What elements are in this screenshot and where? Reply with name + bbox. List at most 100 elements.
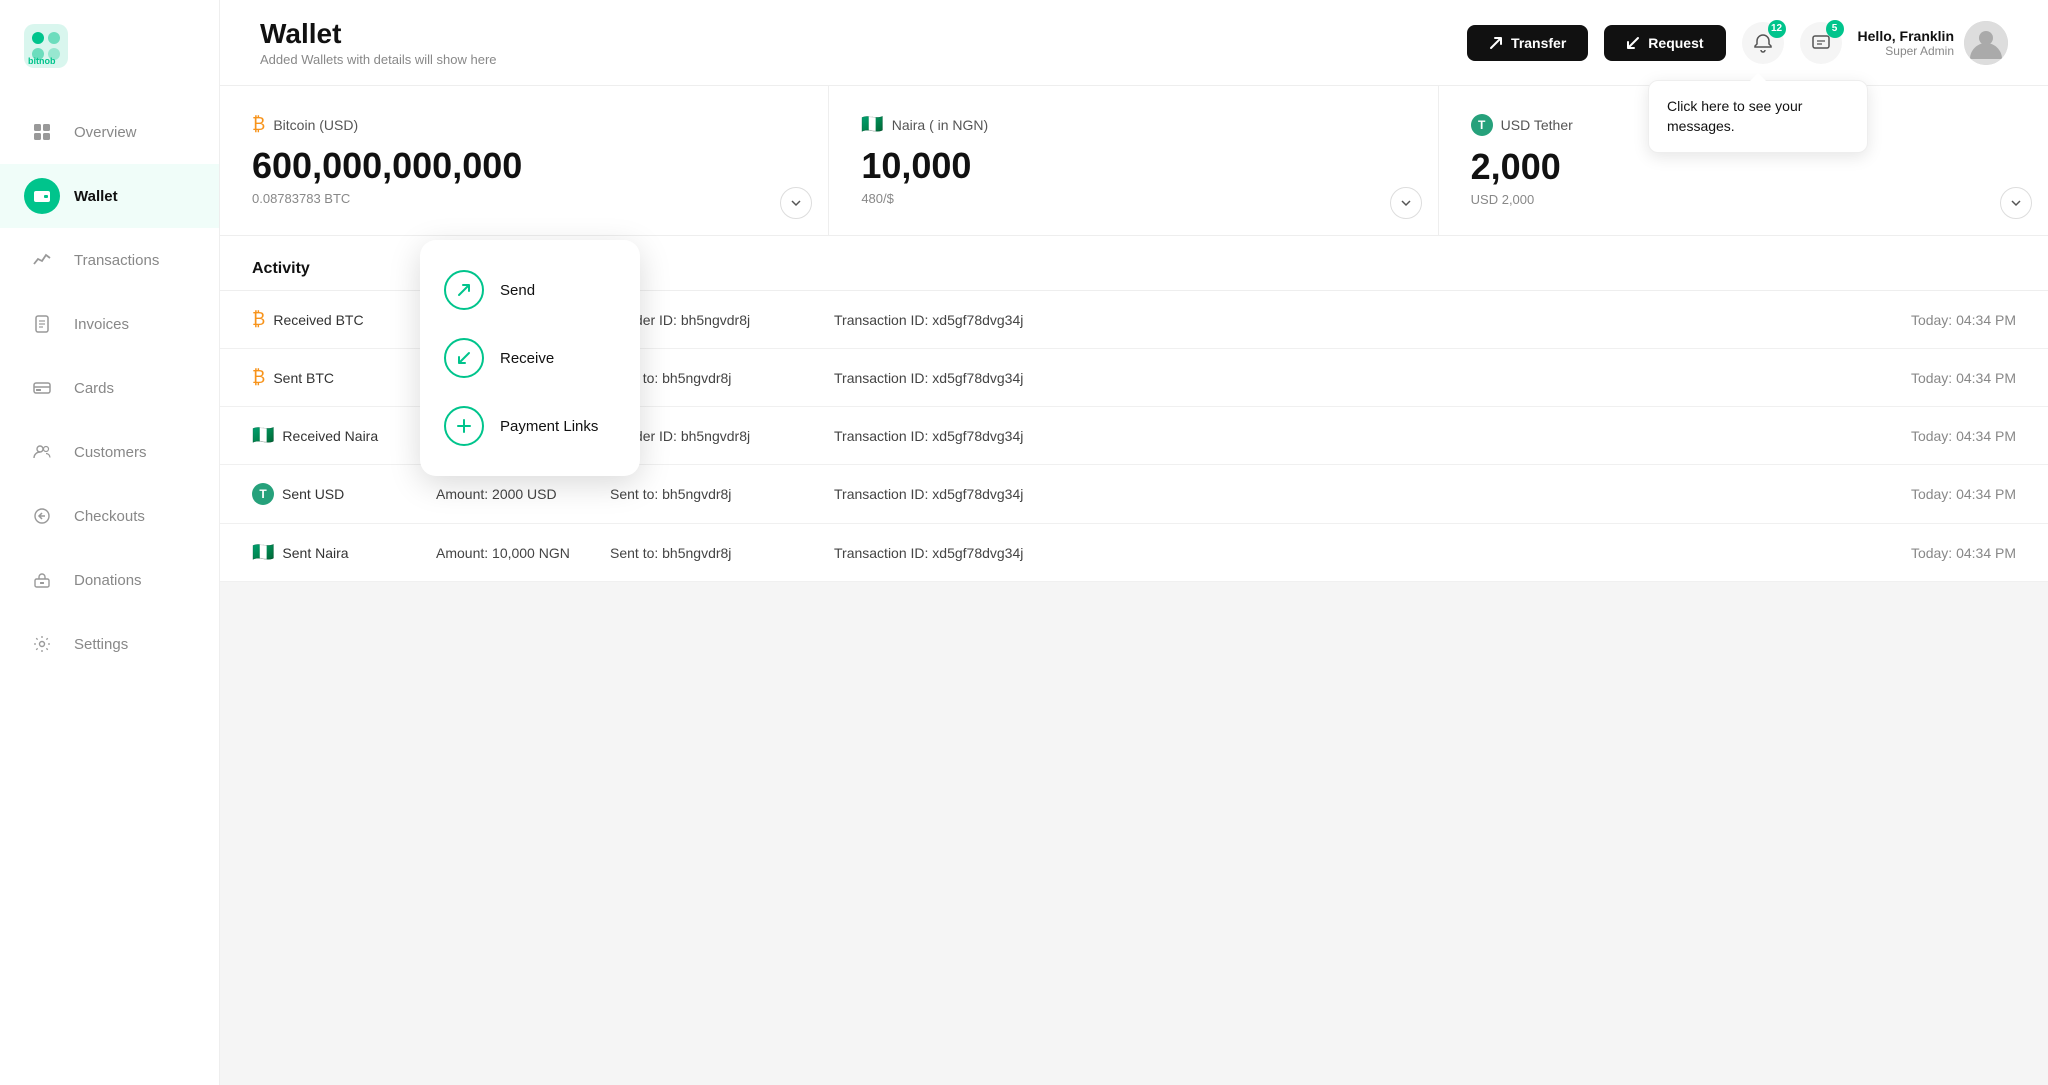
- sidebar-item-transactions[interactable]: Transactions: [0, 228, 219, 292]
- send-dropdown-icon: [444, 270, 484, 310]
- receive-dropdown-icon: [444, 338, 484, 378]
- usdt-sub: USD 2,000: [1471, 192, 2016, 207]
- logo-icon: bitnob: [24, 24, 68, 68]
- ngn-flag-icon: 🇳🇬: [252, 542, 274, 563]
- donations-icon: [24, 562, 60, 598]
- wallet-card-btc: ₿ Bitcoin (USD) 600,000,000,000 0.087837…: [220, 86, 829, 235]
- usdt-currency-label: USD Tether: [1501, 117, 1573, 133]
- activity-sender: Sent to: bh5ngvdr8j: [610, 545, 810, 561]
- receive-dropdown-label: Receive: [500, 350, 554, 367]
- activity-type: 🇳🇬 Received Naira: [252, 425, 412, 446]
- header: Wallet Added Wallets with details will s…: [220, 0, 2048, 86]
- sidebar-item-donations-label: Donations: [74, 572, 142, 589]
- usdt-icon: T: [1471, 114, 1493, 136]
- header-right: Transfer Request 12 5: [1467, 21, 2008, 65]
- ngn-card-header: 🇳🇬 Naira ( in NGN): [861, 114, 1405, 135]
- receive-arrow-icon: [455, 349, 473, 367]
- btc-expand-button[interactable]: [780, 187, 812, 219]
- transfer-icon: [1489, 36, 1503, 50]
- sidebar-item-wallet-label: Wallet: [74, 188, 118, 205]
- activity-type-label: Received Naira: [282, 428, 378, 444]
- wallet-card-ngn: 🇳🇬 Naira ( in NGN) 10,000 480/$: [829, 86, 1438, 235]
- activity-type-label: Sent BTC: [273, 370, 334, 386]
- ngn-expand-button[interactable]: [1390, 187, 1422, 219]
- logo: bitnob: [24, 24, 195, 68]
- transactions-icon: [24, 242, 60, 278]
- sidebar-item-cards[interactable]: Cards: [0, 356, 219, 420]
- activity-amount: Amount: 2000 USD: [436, 486, 586, 502]
- transfer-button[interactable]: Transfer: [1467, 25, 1588, 61]
- activity-sender: Sent to: bh5ngvdr8j: [610, 486, 810, 502]
- payment-links-dropdown-item[interactable]: Payment Links: [420, 392, 640, 460]
- invoices-icon: [24, 306, 60, 342]
- chevron-down-icon: [1400, 197, 1412, 209]
- activity-type-label: Sent Naira: [282, 545, 348, 561]
- btc-coin-icon: ₿: [252, 309, 265, 330]
- sidebar-item-invoices[interactable]: Invoices: [0, 292, 219, 356]
- message-icon: [1811, 33, 1831, 53]
- messages-tooltip: Click here to see your messages.: [1648, 80, 1868, 153]
- sidebar: bitnob Overview Wallet: [0, 0, 220, 1085]
- checkouts-icon: [24, 498, 60, 534]
- btc-balance: 600,000,000,000: [252, 145, 796, 187]
- bell-icon: [1753, 33, 1773, 53]
- usdt-expand-button[interactable]: [2000, 187, 2032, 219]
- ngn-flag-icon: 🇳🇬: [861, 114, 883, 135]
- activity-type-label: Received BTC: [273, 312, 363, 328]
- request-button[interactable]: Request: [1604, 25, 1725, 61]
- activity-type: ₿ Sent BTC: [252, 367, 412, 388]
- sidebar-item-settings-label: Settings: [74, 636, 128, 653]
- messages-badge: 5: [1826, 20, 1844, 38]
- sidebar-item-wallet[interactable]: Wallet: [0, 164, 219, 228]
- sidebar-item-settings[interactable]: Settings: [0, 612, 219, 676]
- sidebar-item-transactions-label: Transactions: [74, 252, 159, 269]
- send-arrow-icon: [455, 281, 473, 299]
- activity-sender: Sent to: bh5ngvdr8j: [610, 370, 810, 386]
- activity-amount: Amount: 10,000 NGN: [436, 545, 586, 561]
- ngn-balance: 10,000: [861, 145, 1405, 187]
- request-icon: [1626, 36, 1640, 50]
- page-title: Wallet: [260, 18, 497, 50]
- overview-icon: [24, 114, 60, 150]
- activity-row: 🇳🇬 Sent Naira Amount: 10,000 NGN Sent to…: [220, 524, 2048, 582]
- page-content: ₿ Bitcoin (USD) 600,000,000,000 0.087837…: [220, 86, 2048, 1085]
- btc-sub: 0.08783783 BTC: [252, 191, 796, 206]
- activity-txid: Transaction ID: xd5gf78dvg34j: [834, 486, 1094, 502]
- main-content: Wallet Added Wallets with details will s…: [220, 0, 2048, 1085]
- ngn-sub: 480/$: [861, 191, 1405, 206]
- activity-txid: Transaction ID: xd5gf78dvg34j: [834, 312, 1094, 328]
- sidebar-item-donations[interactable]: Donations: [0, 548, 219, 612]
- settings-icon: [24, 626, 60, 662]
- messages-button[interactable]: 5 Click here to see your messages.: [1800, 22, 1842, 64]
- chevron-down-icon: [790, 197, 802, 209]
- user-avatar: [1964, 21, 2008, 65]
- sidebar-item-checkouts[interactable]: Checkouts: [0, 484, 219, 548]
- payment-links-dropdown-icon: [444, 406, 484, 446]
- header-left: Wallet Added Wallets with details will s…: [260, 18, 497, 67]
- ngn-currency-label: Naira ( in NGN): [892, 117, 988, 133]
- receive-dropdown-item[interactable]: Receive: [420, 324, 640, 392]
- action-dropdown-menu: Send Receive Payment Links: [420, 240, 640, 476]
- user-profile[interactable]: Hello, Franklin Super Admin: [1858, 21, 2008, 65]
- activity-txid: Transaction ID: xd5gf78dvg34j: [834, 370, 1094, 386]
- activity-type: 🇳🇬 Sent Naira: [252, 542, 412, 563]
- send-dropdown-label: Send: [500, 282, 535, 299]
- activity-txid: Transaction ID: xd5gf78dvg34j: [834, 545, 1094, 561]
- send-dropdown-item[interactable]: Send: [420, 256, 640, 324]
- sidebar-item-overview[interactable]: Overview: [0, 100, 219, 164]
- sidebar-item-checkouts-label: Checkouts: [74, 508, 145, 525]
- activity-type-label: Sent USD: [282, 486, 344, 502]
- notifications-button[interactable]: 12: [1742, 22, 1784, 64]
- payment-links-dropdown-label: Payment Links: [500, 418, 598, 435]
- activity-sender: Sender ID: bh5ngvdr8j: [610, 312, 810, 328]
- ngn-flag-icon: 🇳🇬: [252, 425, 274, 446]
- activity-type: ₿ Received BTC: [252, 309, 412, 330]
- activity-time: Today: 04:34 PM: [1911, 486, 2016, 502]
- svg-text:bitnob: bitnob: [28, 56, 56, 66]
- sidebar-item-customers[interactable]: Customers: [0, 420, 219, 484]
- activity-sender: Sender ID: bh5ngvdr8j: [610, 428, 810, 444]
- activity-time: Today: 04:34 PM: [1911, 545, 2016, 561]
- sidebar-item-overview-label: Overview: [74, 124, 137, 141]
- user-greeting: Hello, Franklin: [1858, 28, 1954, 44]
- activity-time: Today: 04:34 PM: [1911, 312, 2016, 328]
